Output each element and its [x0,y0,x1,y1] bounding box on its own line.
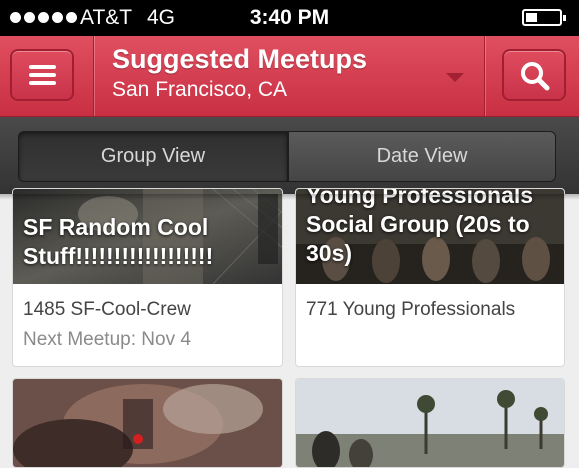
battery-icon [522,9,566,26]
group-card[interactable] [12,378,283,468]
header-divider [484,36,485,116]
group-card[interactable]: SF Random Cool Stuff!!!!!!!!!!!!!!!!!! 1… [12,188,283,367]
status-bar: AT&T 4G 3:40 PM [0,0,579,36]
hamburger-menu-icon [29,65,56,85]
menu-button[interactable] [10,49,74,101]
toolbar-shadow [0,194,579,200]
date-view-tab[interactable]: Date View [288,131,556,182]
group-photo [296,379,564,467]
view-toggle-bar: Group View Date View [0,117,579,194]
app-header: Suggested Meetups San Francisco, CA [0,36,579,117]
group-name[interactable]: Young Professionals Social Group (20s to… [306,189,561,268]
search-button[interactable] [502,49,566,101]
location-label[interactable]: San Francisco, CA [112,78,287,102]
group-member-count: 771 Young Professionals [306,299,516,320]
group-card[interactable] [295,378,565,468]
search-icon [521,62,550,91]
group-member-count: 1485 SF-Cool-Crew [23,299,191,320]
group-name[interactable]: SF Random Cool Stuff!!!!!!!!!!!!!!!!!! [23,213,278,271]
header-divider [93,36,94,116]
group-photo [13,379,282,467]
next-meetup-date: Next Meetup: Nov 4 [23,329,191,350]
dropdown-caret-icon[interactable] [446,73,464,82]
page-title[interactable]: Suggested Meetups [112,44,367,75]
group-view-tab[interactable]: Group View [18,131,288,182]
clock: 3:40 PM [249,6,330,29]
group-card[interactable]: Young Professionals Social Group (20s to… [295,188,565,367]
